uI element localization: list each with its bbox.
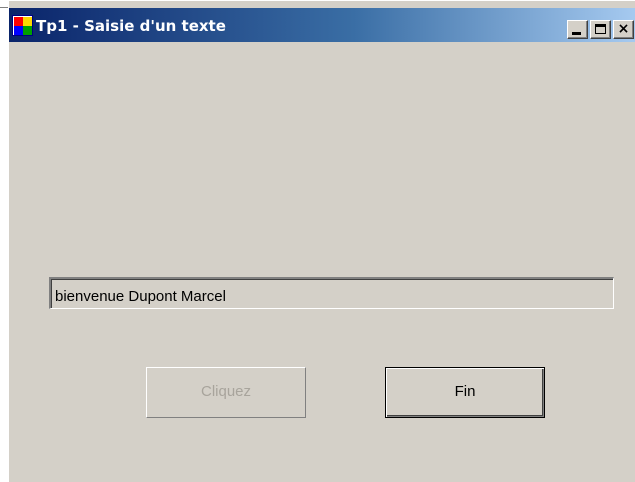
fin-button[interactable]: Fin bbox=[385, 367, 545, 418]
cliquez-button[interactable]: Cliquez bbox=[146, 367, 306, 418]
minimize-icon bbox=[572, 32, 581, 35]
title-bar[interactable]: Tp1 - Saisie d'un texte × bbox=[9, 8, 635, 42]
minimize-button[interactable] bbox=[567, 20, 588, 39]
app-form-icon[interactable] bbox=[12, 15, 33, 36]
maximize-button[interactable] bbox=[590, 20, 611, 39]
close-button[interactable]: × bbox=[613, 20, 634, 39]
maximize-icon bbox=[595, 24, 606, 34]
window-title: Tp1 - Saisie d'un texte bbox=[36, 17, 226, 35]
greeting-text-field[interactable] bbox=[49, 277, 614, 309]
screen: Tp1 - Saisie d'un texte × Cliquez Fin bbox=[0, 0, 635, 482]
close-icon: × bbox=[617, 21, 630, 37]
app-window: Tp1 - Saisie d'un texte × Cliquez Fin bbox=[8, 0, 635, 482]
